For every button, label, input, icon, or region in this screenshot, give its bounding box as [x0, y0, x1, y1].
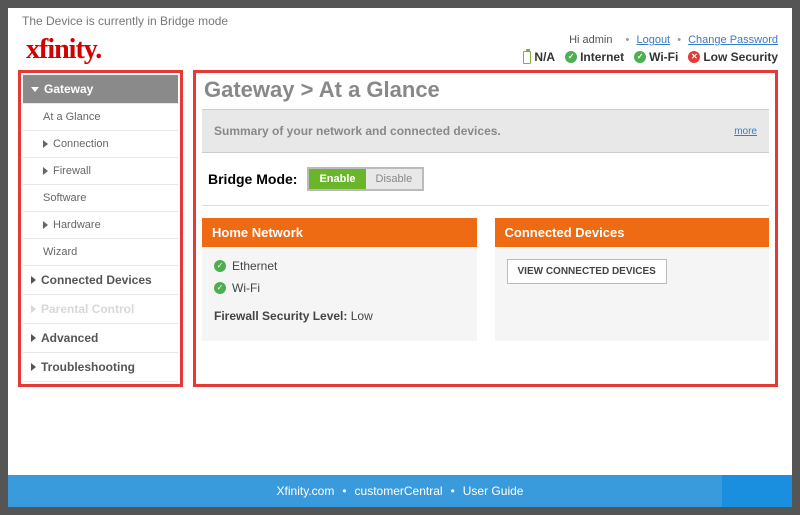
footer: Xfinity.com • customerCentral • User Gui… — [8, 475, 792, 507]
check-icon: ✓ — [214, 282, 226, 294]
nav-troubleshooting[interactable]: Troubleshooting — [23, 353, 178, 382]
chevron-right-icon — [31, 276, 36, 284]
chevron-right-icon — [31, 363, 36, 371]
nav-software[interactable]: Software — [23, 185, 178, 212]
nav-advanced[interactable]: Advanced — [23, 324, 178, 353]
more-link[interactable]: more — [734, 126, 757, 137]
wifi-label: Wi-Fi — [232, 281, 260, 295]
view-connected-devices-button[interactable]: VIEW CONNECTED DEVICES — [507, 259, 667, 284]
footer-userguide-link[interactable]: User Guide — [463, 484, 524, 498]
logout-link[interactable]: Logout — [636, 34, 670, 46]
connected-devices-header: Connected Devices — [495, 218, 770, 247]
connected-devices-card: Connected Devices VIEW CONNECTED DEVICES — [495, 218, 770, 341]
nav-connected-devices[interactable]: Connected Devices — [23, 266, 178, 295]
firewall-label: Firewall Security Level: — [214, 309, 347, 323]
check-icon: ✓ — [565, 51, 577, 63]
nav-connection[interactable]: Connection — [23, 131, 178, 158]
chevron-right-icon — [31, 305, 36, 313]
status-bar: N/A ✓Internet ✓Wi-Fi ✕Low Security — [523, 50, 778, 64]
footer-action-button[interactable] — [722, 475, 792, 507]
nav-parental-control: Parental Control — [23, 295, 178, 324]
chevron-right-icon — [43, 167, 48, 175]
bridge-mode-label: Bridge Mode: — [208, 171, 297, 187]
nav-firewall[interactable]: Firewall — [23, 158, 178, 185]
main-panel: Gateway > At a Glance Summary of your ne… — [193, 70, 778, 387]
nav-hardware[interactable]: Hardware — [23, 212, 178, 239]
chevron-right-icon — [43, 140, 48, 148]
chevron-right-icon — [43, 221, 48, 229]
ethernet-label: Ethernet — [232, 259, 277, 273]
disable-button[interactable]: Disable — [366, 169, 423, 189]
home-network-card: Home Network ✓ Ethernet ✓ Wi-Fi Firewall S… — [202, 218, 477, 341]
nav-gateway[interactable]: Gateway — [23, 75, 178, 104]
firewall-level: Low — [351, 309, 373, 323]
chevron-down-icon — [31, 87, 39, 92]
bridge-mode-toggle[interactable]: Enable Disable — [307, 167, 424, 191]
chevron-right-icon — [31, 334, 36, 342]
summary-text: Summary of your network and connected de… — [214, 124, 501, 138]
enable-button[interactable]: Enable — [309, 169, 365, 189]
footer-xfinity-link[interactable]: Xfinity.com — [277, 484, 335, 498]
check-icon: ✓ — [634, 51, 646, 63]
battery-icon — [523, 51, 531, 64]
error-icon: ✕ — [688, 51, 700, 63]
sidebar-nav: Gateway At a Glance Connection Firewall … — [18, 70, 183, 387]
bridge-mode-banner: The Device is currently in Bridge mode — [8, 8, 792, 28]
xfinity-logo: xfinity. — [26, 34, 101, 66]
home-network-header: Home Network — [202, 218, 477, 247]
check-icon: ✓ — [214, 260, 226, 272]
nav-wizard[interactable]: Wizard — [23, 239, 178, 266]
nav-at-a-glance[interactable]: At a Glance — [23, 104, 178, 131]
greeting-text: Hi admin — [569, 34, 612, 46]
page-title: Gateway > At a Glance — [202, 77, 769, 109]
change-password-link[interactable]: Change Password — [688, 34, 778, 46]
footer-customercentral-link[interactable]: customerCentral — [355, 484, 443, 498]
